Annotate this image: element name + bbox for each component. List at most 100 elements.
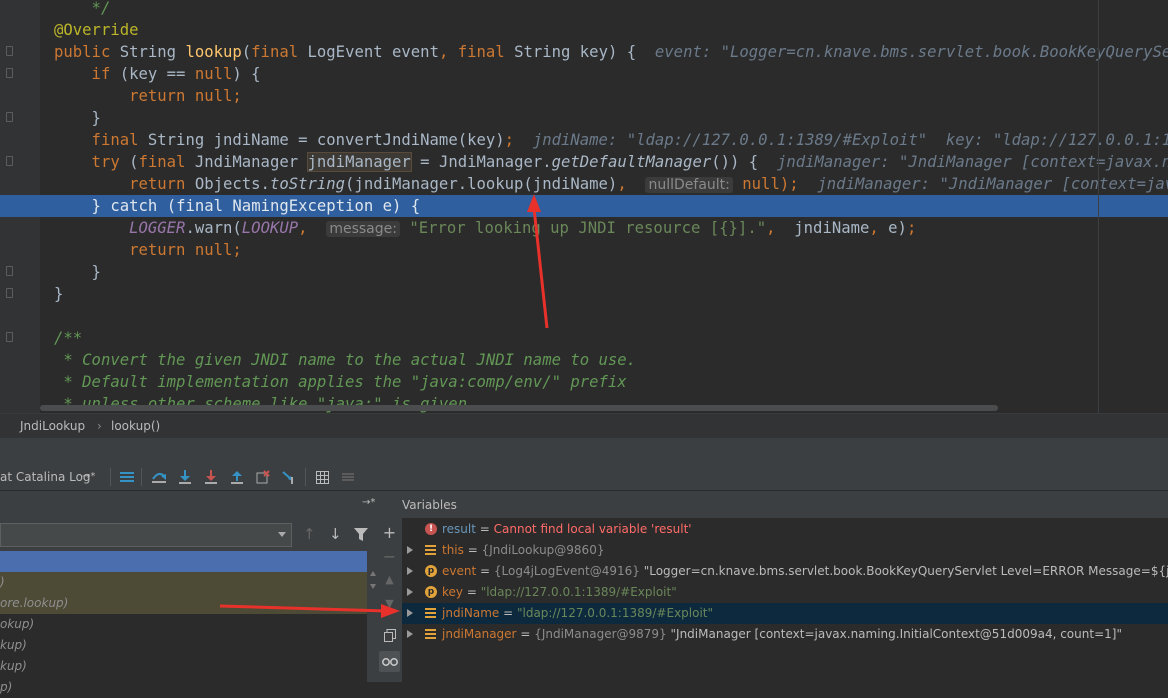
annotation-arrow-right bbox=[219, 604, 400, 618]
arrow-down-icon[interactable]: ↓ bbox=[329, 525, 342, 543]
trace-stream-icon[interactable] bbox=[338, 467, 358, 487]
step-into-icon[interactable] bbox=[175, 467, 195, 487]
code-line[interactable]: } bbox=[0, 261, 1168, 283]
code-token: return null bbox=[54, 87, 233, 105]
variable-row-jndiManager[interactable]: jndiManager = {JndiManager@9879} "JndiMa… bbox=[402, 624, 1168, 645]
frame-item[interactable] bbox=[0, 551, 367, 572]
pin-frames-icon[interactable]: →* bbox=[362, 497, 375, 508]
variables-title: Variables bbox=[402, 498, 457, 512]
run-to-cursor-icon[interactable] bbox=[279, 467, 299, 487]
variable-value: "Logger=cn.knave.bms.servlet.book.BookKe… bbox=[639, 564, 1168, 578]
code-token: NamingException e) { bbox=[232, 197, 421, 215]
expand-arrow-icon[interactable] bbox=[407, 567, 413, 575]
code-line[interactable]: } bbox=[0, 283, 1168, 305]
code-token: public bbox=[54, 43, 120, 61]
code-line[interactable]: final String jndiName = convertJndiName(… bbox=[0, 129, 1168, 151]
variable-row-jndiName[interactable]: jndiName = "ldap://127.0.0.1:1389/#Explo… bbox=[402, 603, 1168, 624]
thread-selector[interactable] bbox=[0, 523, 292, 547]
show-watches-icon[interactable] bbox=[379, 651, 400, 672]
code-token: catch bbox=[110, 197, 167, 215]
code-line[interactable]: return null; bbox=[0, 239, 1168, 261]
code-token: ; bbox=[232, 241, 242, 259]
code-line[interactable]: * Convert the given JNDI name to the act… bbox=[0, 349, 1168, 371]
code-token: } bbox=[54, 263, 101, 281]
code-editor[interactable]: */ @Override public String lookup(final Lo… bbox=[0, 0, 1168, 413]
scroll-down-icon[interactable] bbox=[370, 584, 376, 589]
code-text: @Override bbox=[54, 19, 139, 41]
code-line[interactable] bbox=[0, 305, 1168, 327]
code-text: * Convert the given JNDI name to the act… bbox=[54, 349, 636, 371]
code-token: jndiManager bbox=[306, 152, 412, 172]
breadcrumb-method[interactable]: lookup() bbox=[111, 419, 160, 433]
code-token: lookup bbox=[185, 43, 242, 61]
expand-arrow-icon[interactable] bbox=[407, 630, 413, 638]
code-line[interactable]: public String lookup(final LogEvent even… bbox=[0, 41, 1168, 63]
step-over-icon[interactable] bbox=[149, 467, 169, 487]
code-line[interactable]: if (key == null) { bbox=[0, 63, 1168, 85]
frame-item[interactable]: kup) bbox=[0, 635, 367, 656]
variable-row-this[interactable]: this = {JndiLookup@9860} bbox=[402, 540, 1168, 561]
variable-text: this = {JndiLookup@9860} bbox=[442, 540, 604, 561]
copy-icon[interactable] bbox=[379, 625, 400, 646]
variable-name: jndiManager bbox=[442, 627, 517, 641]
code-token: JndiManager bbox=[194, 153, 308, 171]
scroll-up-icon[interactable] bbox=[370, 571, 376, 576]
code-token: */ bbox=[54, 0, 111, 17]
code-text: } bbox=[54, 283, 63, 305]
frame-item[interactable]: kup) bbox=[0, 656, 367, 677]
code-token: * Convert the given JNDI name to the act… bbox=[54, 351, 637, 369]
move-up-icon[interactable]: ▲ bbox=[379, 569, 400, 590]
code-line[interactable]: */ bbox=[0, 0, 1168, 19]
frame-item[interactable]: p) bbox=[0, 677, 367, 698]
code-line[interactable]: /** bbox=[0, 327, 1168, 349]
variable-type: {Log4jLogEvent@4916} bbox=[493, 564, 640, 578]
breadcrumb: JndiLookup › lookup() bbox=[0, 413, 1168, 439]
expand-arrow-icon[interactable] bbox=[407, 588, 413, 596]
variable-equals: = bbox=[463, 543, 482, 557]
variable-icon bbox=[425, 545, 436, 555]
code-token: toString bbox=[269, 175, 346, 193]
code-line[interactable]: try (final JndiManager jndiManager = Jnd… bbox=[0, 151, 1168, 173]
code-text: return Objects.toString(jndiManager.look… bbox=[54, 173, 1168, 195]
expand-arrow-icon[interactable] bbox=[407, 546, 413, 554]
drop-frame-icon[interactable] bbox=[253, 467, 273, 487]
code-line[interactable]: return Objects.toString(jndiManager.look… bbox=[0, 173, 1168, 195]
variable-name: key bbox=[442, 585, 464, 599]
catalina-log-tab[interactable]: at Catalina Log bbox=[0, 470, 91, 484]
force-step-into-icon[interactable] bbox=[201, 467, 221, 487]
frame-item[interactable]: ) bbox=[0, 572, 367, 593]
code-token: * Default implementation applies the "ja… bbox=[54, 373, 627, 391]
code-token: LOOKUP bbox=[241, 219, 299, 237]
remove-watch-icon[interactable]: − bbox=[379, 546, 400, 567]
filter-icon[interactable] bbox=[354, 528, 368, 542]
variable-row-event[interactable]: p event = {Log4jLogEvent@4916} "Logger=cn… bbox=[402, 561, 1168, 582]
parameter-icon: p bbox=[425, 586, 437, 598]
evaluate-expression-icon[interactable] bbox=[312, 467, 332, 487]
code-token: , bbox=[869, 219, 889, 237]
add-watch-icon[interactable]: + bbox=[379, 522, 400, 543]
pin-tab-icon[interactable]: →* bbox=[82, 471, 95, 482]
code-text: } bbox=[54, 261, 101, 283]
code-text: * Default implementation applies the "ja… bbox=[54, 371, 627, 393]
code-line[interactable]: return null; bbox=[0, 85, 1168, 107]
code-line[interactable]: @Override bbox=[0, 19, 1168, 41]
chevron-down-icon bbox=[278, 532, 286, 537]
toolbar-separator bbox=[110, 468, 111, 486]
frames-list-icon[interactable] bbox=[117, 467, 137, 487]
code-line[interactable]: LOGGER.warn(LOOKUP, message: "Error look… bbox=[0, 217, 1168, 239]
expand-arrow-icon[interactable] bbox=[407, 609, 413, 617]
variable-name: jndiName bbox=[442, 606, 500, 620]
variable-row-result[interactable]: ! result = Cannot find local variable 're… bbox=[402, 519, 1168, 540]
code-line[interactable]: } bbox=[0, 107, 1168, 129]
variable-row-key[interactable]: p key = "ldap://127.0.0.1:1389/#Exploit" bbox=[402, 582, 1168, 603]
variable-value: "ldap://127.0.0.1:1389/#Exploit" bbox=[480, 585, 677, 599]
code-token: final bbox=[54, 131, 148, 149]
breadcrumb-class[interactable]: JndiLookup bbox=[20, 419, 85, 433]
step-out-icon[interactable] bbox=[227, 467, 247, 487]
code-line[interactable]: * Default implementation applies the "ja… bbox=[0, 371, 1168, 393]
code-line-current[interactable]: } catch (final NamingException e) { bbox=[0, 195, 1168, 217]
variable-icon bbox=[425, 608, 436, 618]
editor-horizontal-scrollbar[interactable] bbox=[40, 405, 998, 411]
debug-toolbar: at Catalina Log →* bbox=[0, 464, 1168, 491]
arrow-up-icon[interactable]: ↑ bbox=[303, 525, 316, 543]
